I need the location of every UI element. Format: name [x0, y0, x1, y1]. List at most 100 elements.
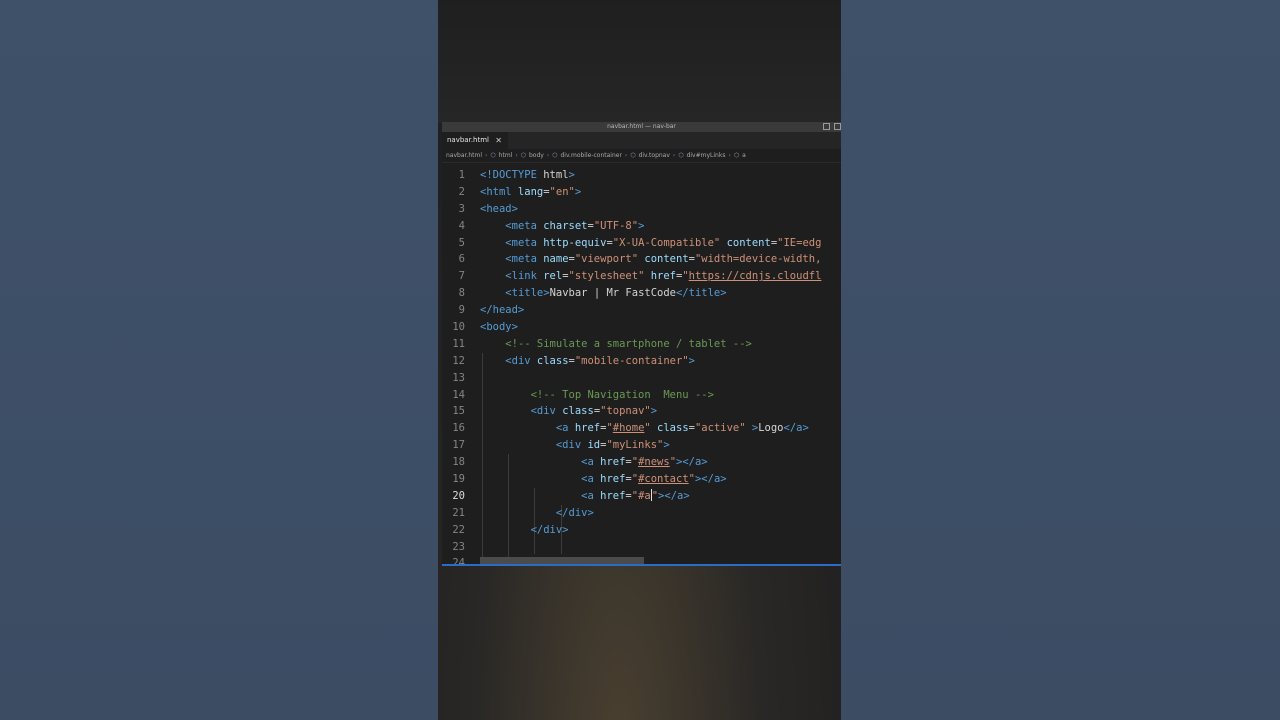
line-number: 19 — [452, 473, 465, 486]
code-token: Navbar | Mr FastCode — [549, 287, 676, 300]
line-number: 13 — [452, 371, 465, 384]
code-text: <a href="#contact"></a> — [480, 471, 726, 488]
toggle-sidebar-icon[interactable] — [823, 123, 830, 130]
window-titlebar: navbar.html — nav-bar — [442, 122, 841, 132]
line-number: 15 — [452, 405, 465, 418]
code-token: > — [650, 405, 658, 418]
code-line: 12 <div class="mobile-container"> — [442, 353, 841, 370]
code-token: "mobile-container" — [574, 354, 689, 367]
code-token: <!DOCTYPE — [480, 169, 537, 181]
code-token: "myLinks" — [606, 439, 664, 452]
line-number: 8 — [458, 287, 465, 300]
code-token: </div> — [530, 523, 569, 536]
breadcrumb-item[interactable]: body — [529, 152, 544, 159]
line-number: 9 — [458, 304, 465, 317]
close-icon[interactable]: ✕ — [495, 132, 502, 149]
code-area[interactable]: 1 <!DOCTYPE html> 2 <html lang="en"> 3 <head>… — [442, 163, 841, 566]
line-number: 21 — [452, 506, 465, 519]
code-token: "active" — [694, 422, 746, 435]
code-line: 10 <body> — [442, 319, 841, 336]
video-top-area — [438, 0, 841, 123]
code-line: 15 <div class="topnav"> — [442, 403, 841, 420]
cube-icon: ⬡ — [678, 152, 684, 159]
code-token: <div — [530, 405, 556, 418]
chevron-right-icon: › — [672, 152, 676, 159]
chevron-right-icon: › — [546, 152, 550, 159]
breadcrumb-item[interactable]: a — [742, 152, 746, 159]
code-text: <meta name="viewport" content="width=dev… — [480, 251, 821, 268]
breadcrumb-item[interactable]: navbar.html — [446, 152, 482, 159]
code-token: <a — [581, 456, 594, 469]
code-text: <div class="mobile-container"> — [480, 353, 695, 370]
chevron-right-icon: › — [728, 152, 731, 159]
code-token: > — [663, 439, 670, 452]
code-token: <meta — [505, 236, 537, 249]
tab-navbar-html[interactable]: navbar.html ✕ — [442, 132, 508, 149]
code-text: <!-- Simulate a smartphone / tablet --> — [480, 336, 752, 353]
code-token: </title> — [676, 287, 727, 300]
code-token: "IE=edg — [777, 236, 822, 249]
code-token: > — [568, 169, 575, 181]
code-token: href — [593, 473, 626, 486]
code-text: <div id="myLinks"> — [480, 437, 670, 454]
breadcrumb: navbar.html › ⬡ html › ⬡ body › ⬡ div.mobile-cont… — [442, 149, 841, 163]
code-token: Logo — [758, 422, 784, 435]
code-token: </div> — [555, 506, 594, 519]
code-token: <!-- Simulate a smartphone / tablet --> — [505, 337, 752, 350]
code-text: <div class="topnav"> — [480, 403, 657, 420]
split-editor-icon[interactable] — [834, 123, 841, 130]
code-token: class — [530, 354, 569, 367]
code-token: id — [581, 439, 601, 452]
code-token: href — [593, 489, 626, 502]
code-line: 20 <a href="#a"></a> — [442, 488, 841, 505]
code-token: <!-- Top Navigation Menu --> — [530, 388, 714, 401]
code-line: 7 <link rel="stylesheet" href="https://c… — [442, 268, 841, 285]
line-number: 20 — [452, 489, 465, 502]
code-token: > — [638, 219, 645, 232]
code-text: <!-- Top Navigation Menu --> — [480, 387, 714, 404]
code-token: http-equiv — [536, 236, 607, 249]
breadcrumb-item[interactable]: div.topnav — [639, 152, 670, 159]
cube-icon: ⬡ — [733, 152, 740, 159]
line-number: 12 — [452, 354, 465, 367]
code-line: 8 <title>Navbar | Mr FastCode</title> — [442, 285, 841, 302]
code-token: </a> — [783, 422, 809, 435]
code-text: </head> — [480, 302, 524, 319]
breadcrumb-item[interactable]: div#myLinks — [687, 152, 726, 159]
code-token: <meta — [505, 219, 537, 232]
panel-border — [442, 564, 841, 566]
background-right — [841, 0, 1280, 720]
code-line: 21 </div> — [442, 505, 841, 522]
code-token: <title> — [505, 287, 550, 300]
chevron-right-icon: › — [485, 152, 488, 159]
code-token: content — [720, 236, 771, 249]
line-number: 5 — [458, 236, 465, 249]
code-token: class — [650, 422, 689, 435]
code-text: <a href="#home" class="active" >Logo</a> — [480, 420, 809, 437]
tab-label: navbar.html — [447, 136, 490, 144]
line-number: 17 — [452, 439, 465, 452]
code-line: 17 <div id="myLinks"> — [442, 437, 841, 454]
line-number: 14 — [452, 388, 465, 401]
code-token: href — [593, 456, 626, 469]
line-number: 3 — [458, 202, 465, 215]
code-token: #contact — [638, 473, 689, 486]
code-line: 23 — [442, 539, 841, 556]
code-token: lang — [511, 185, 544, 198]
code-token: <body> — [480, 321, 518, 334]
breadcrumb-item[interactable]: html — [499, 152, 513, 159]
line-number: 10 — [452, 321, 465, 334]
chevron-right-icon: › — [515, 152, 518, 159]
line-number: 11 — [452, 337, 465, 350]
tab-bar: navbar.html ✕ — [442, 132, 841, 149]
code-token: class — [555, 405, 594, 418]
code-line: 6 <meta name="viewport" content="width=d… — [442, 251, 841, 268]
code-token: "#a — [631, 489, 651, 502]
breadcrumb-item[interactable]: div.mobile-container — [561, 152, 622, 159]
cube-icon: ⬡ — [490, 152, 496, 159]
